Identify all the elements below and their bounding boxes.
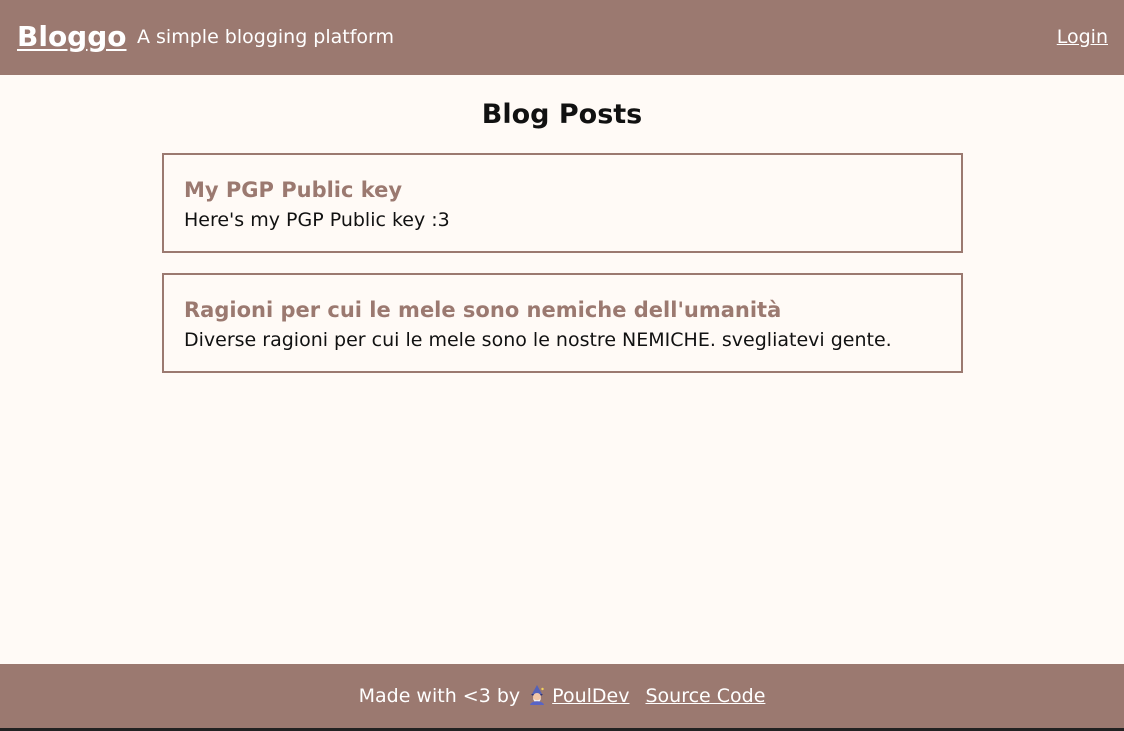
post-title[interactable]: My PGP Public key [184,175,941,206]
source-code-link[interactable]: Source Code [645,685,765,707]
site-tagline: A simple blogging platform [137,26,395,48]
post-list: My PGP Public key Here's my PGP Public k… [162,153,963,393]
login-link[interactable]: Login [1057,24,1108,50]
post-title[interactable]: Ragioni per cui le mele sono nemiche del… [184,295,941,326]
site-footer: Made with <3 by PoulDev Source Code [0,664,1124,728]
wizard-icon [526,684,548,706]
made-with-text: Made with <3 by [358,685,521,707]
author-link[interactable]: PoulDev [552,685,629,707]
site-header: Bloggo A simple blogging platform Login [0,0,1124,75]
post-card[interactable]: My PGP Public key Here's my PGP Public k… [162,153,963,253]
page-title: Blog Posts [481,99,643,130]
post-description: Diverse ragioni per cui le mele sono le … [184,329,892,351]
footer-content: Made with <3 by PoulDev Source Code [0,683,1124,709]
brand-link[interactable]: Bloggo [17,18,127,56]
post-description: Here's my PGP Public key :3 [184,209,450,231]
post-card[interactable]: Ragioni per cui le mele sono nemiche del… [162,273,963,373]
page: Bloggo A simple blogging platform Login … [0,0,1124,731]
